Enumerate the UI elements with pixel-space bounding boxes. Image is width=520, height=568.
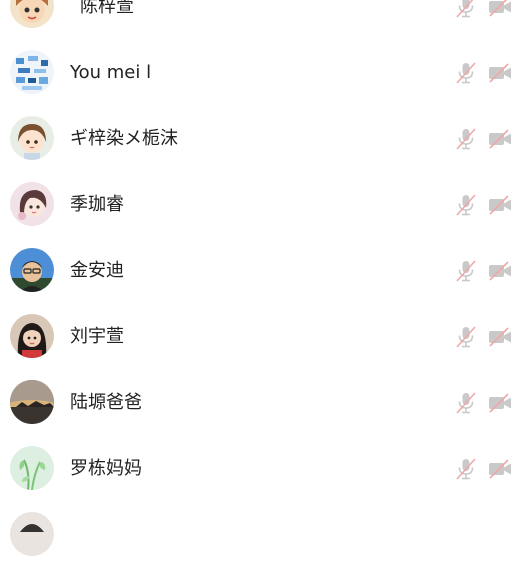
participant-list: 陈梓萱 You mei l ギ梓染メ栀沫 季珈睿 金安迪 刘宇萱 陆塬爸爸 罗栋… [0, 0, 520, 556]
green-plant-avatar [10, 446, 54, 490]
mic-muted-icon[interactable] [454, 194, 478, 216]
camera-off-icon[interactable] [488, 392, 512, 414]
mic-muted-icon[interactable] [454, 392, 478, 414]
cartoon-girl-avatar [10, 0, 54, 28]
camera-off-icon[interactable] [488, 128, 512, 150]
camera-off-icon[interactable] [488, 326, 512, 348]
boy-photo-avatar [10, 248, 54, 292]
participant-name: 陆塬爸爸 [70, 392, 142, 413]
avatar [10, 512, 54, 556]
participant-row[interactable]: 罗栋妈妈 [0, 436, 520, 502]
participant-row-partial[interactable] [0, 502, 520, 568]
sunset-landscape-avatar [10, 380, 54, 424]
mic-muted-icon[interactable] [454, 128, 478, 150]
participant-name: 罗栋妈妈 [70, 458, 142, 479]
participant-name: 刘宇萱 [70, 326, 124, 347]
mic-muted-icon[interactable] [454, 0, 478, 18]
participant-row[interactable]: 陈梓萱 [0, 0, 520, 40]
participant-name: 金安迪 [70, 260, 124, 281]
anime-girl-pink-avatar [10, 182, 54, 226]
participant-row[interactable]: 陆塬爸爸 [0, 370, 520, 436]
participant-name: 陈梓萱 [80, 0, 134, 17]
camera-off-icon[interactable] [488, 194, 512, 216]
participant-name: 季珈睿 [70, 194, 124, 215]
camera-off-icon[interactable] [488, 260, 512, 282]
participant-row[interactable]: 季珈睿 [0, 172, 520, 238]
anime-girl-avatar [10, 116, 54, 160]
participant-name: ギ梓染メ栀沫 [70, 128, 178, 149]
camera-off-icon[interactable] [488, 458, 512, 480]
participant-row[interactable]: 金安迪 [0, 238, 520, 304]
camera-off-icon[interactable] [488, 0, 512, 18]
mic-muted-icon[interactable] [454, 62, 478, 84]
participant-name: You mei l [70, 62, 152, 83]
participant-row[interactable]: ギ梓染メ栀沫 [0, 106, 520, 172]
mic-muted-icon[interactable] [454, 326, 478, 348]
mic-muted-icon[interactable] [454, 458, 478, 480]
participant-row[interactable]: You mei l [0, 40, 520, 106]
mic-muted-icon[interactable] [454, 260, 478, 282]
participant-row[interactable]: 刘宇萱 [0, 304, 520, 370]
girl-photo-avatar [10, 314, 54, 358]
camera-off-icon[interactable] [488, 62, 512, 84]
colorful-pattern-avatar [10, 50, 54, 94]
